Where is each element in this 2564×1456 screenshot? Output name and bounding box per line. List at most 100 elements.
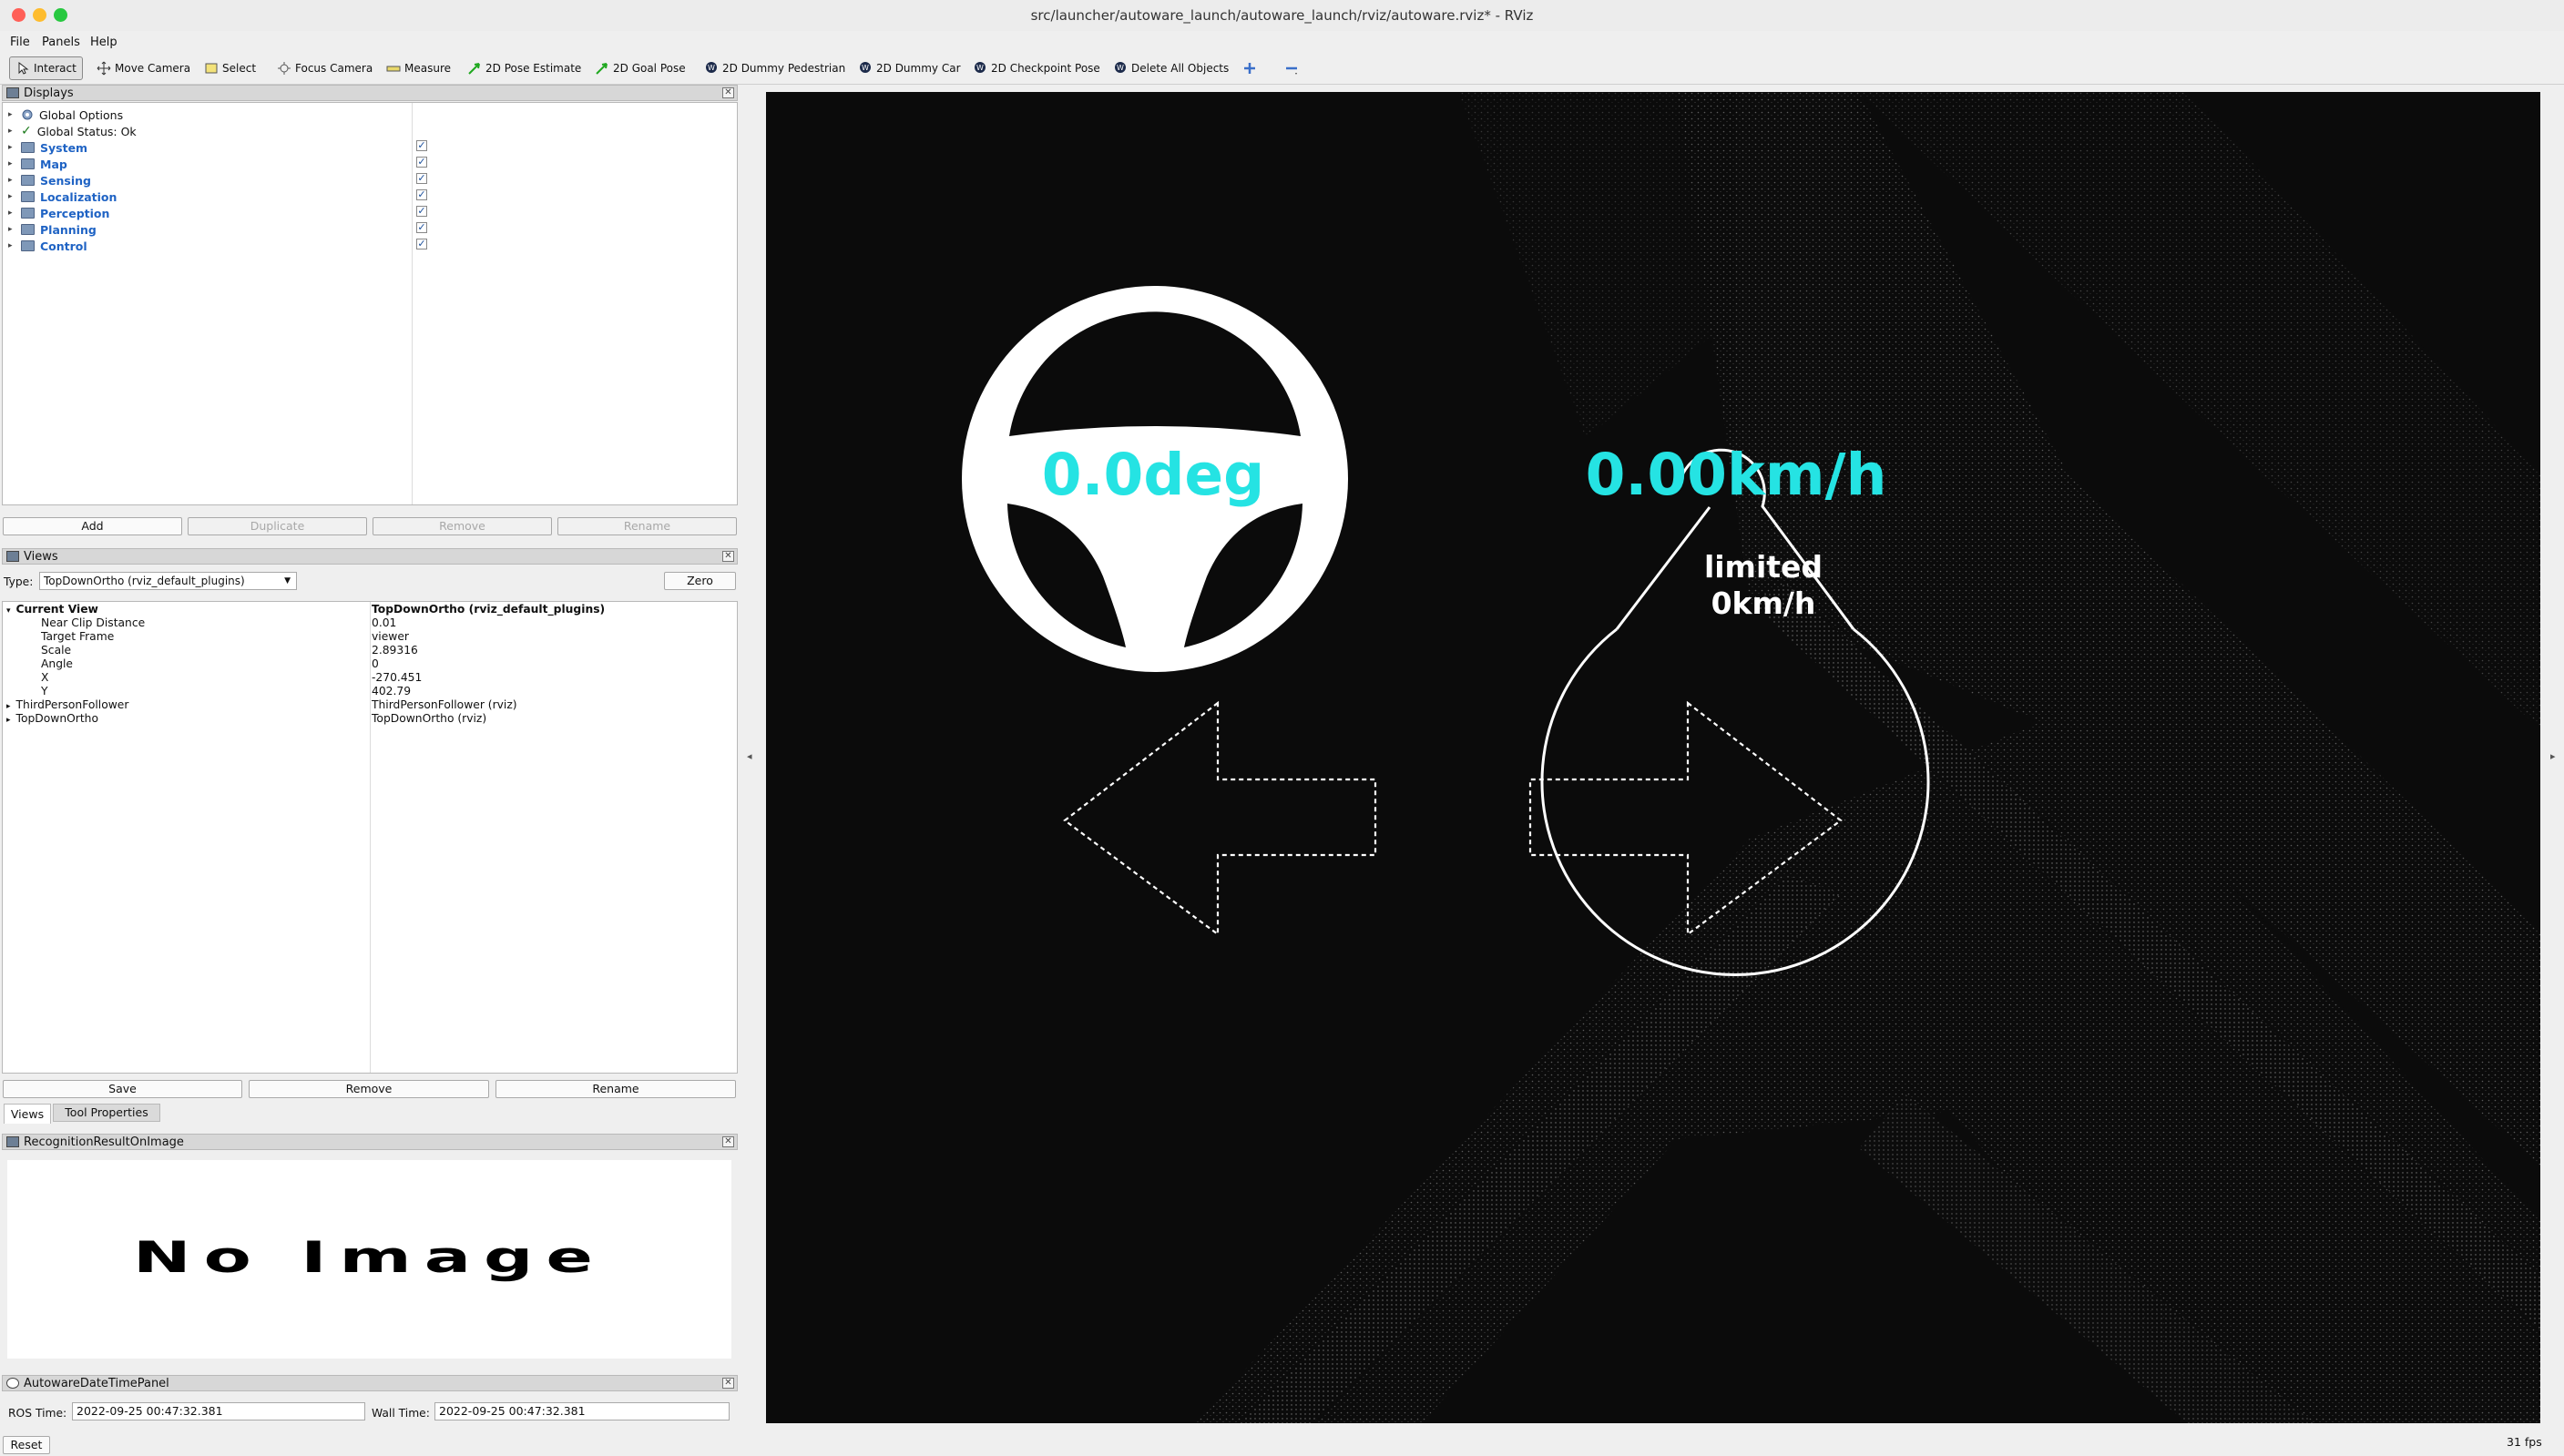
close-panel-icon[interactable]: ✕ [722,551,734,562]
expand-arrow-icon[interactable]: ▸ [8,159,17,168]
svg-text:W: W [708,64,715,72]
menu-help[interactable]: Help [90,36,117,49]
prop-target-frame-value[interactable]: viewer [372,630,409,643]
prop-x-value[interactable]: -270.451 [372,671,422,684]
prop-scale-value[interactable]: 2.89316 [372,644,418,657]
tree-item-global-status[interactable]: ▸ ✓ Global Status: Ok [8,123,137,139]
prop-x-label: X [41,671,49,684]
wall-time-field[interactable]: 2022-09-25 00:47:32.381 [434,1402,730,1420]
toolbar: Interact Move Camera Select Focus Camera… [0,53,2564,85]
render-viewport[interactable]: 0.0deg 0.00km/h limited 0km/h [766,92,2540,1423]
prop-y-label: Y [41,685,48,697]
close-panel-icon[interactable]: ✕ [722,1136,734,1147]
current-view-row[interactable]: ▾ Current View [6,603,98,616]
expand-arrow-icon[interactable]: ▸ [8,127,17,136]
close-panel-icon[interactable]: ✕ [722,1378,734,1389]
enable-checkbox-planning[interactable]: ✓ [416,222,427,233]
menu-panels[interactable]: Panels [42,36,80,49]
menu-file[interactable]: File [10,36,30,49]
dummy-pedestrian-tool-button[interactable]: W 2D Dummy Pedestrian [699,56,851,80]
tree-item-sensing[interactable]: ▸ Sensing [8,172,91,188]
speed-readout: 0.00km/h [1585,442,1887,508]
prop-angle-value[interactable]: 0 [372,657,379,670]
expand-arrow-icon[interactable]: ▸ [8,192,17,201]
green-arrow-icon [596,63,608,75]
expand-arrow-icon[interactable]: ▸ [8,209,17,218]
save-view-button[interactable]: Save [3,1080,242,1098]
saved-view-third-person[interactable]: ▸ ThirdPersonFollower [6,698,128,711]
focus-camera-label: Focus Camera [295,62,373,75]
remove-display-button[interactable]: Remove [373,517,552,535]
recognition-title: RecognitionResultOnImage [24,1135,184,1149]
autoware-logo-icon: W [706,62,717,73]
tab-views[interactable]: Views [4,1104,51,1124]
rename-view-button[interactable]: Rename [495,1080,736,1098]
expand-arrow-icon[interactable]: ▸ [8,225,17,234]
enable-checkbox-perception[interactable]: ✓ [416,206,427,217]
prop-y-value[interactable]: 402.79 [372,685,411,697]
saved-view-topdown[interactable]: ▸ TopDownOrtho [6,712,98,725]
move-camera-tool-button[interactable]: Move Camera [91,56,196,80]
ros-time-field[interactable]: 2022-09-25 00:47:32.381 [72,1402,365,1420]
autoware-logo-icon: W [1115,62,1126,73]
rename-display-button[interactable]: Rename [557,517,737,535]
tree-item-control[interactable]: ▸ Control [8,238,87,254]
enable-checkbox-control[interactable]: ✓ [416,239,427,249]
ros-time-label: ROS Time: [8,1407,67,1420]
tree-item-planning[interactable]: ▸ Planning [8,221,97,238]
tab-tool-properties[interactable]: Tool Properties [53,1104,160,1122]
close-panel-icon[interactable]: ✕ [722,87,734,98]
svg-text:W: W [1117,64,1124,72]
menu-bar: File Panels Help [0,31,2564,53]
prop-scale-label: Scale [41,644,72,657]
saved-view-third-person-value: ThirdPersonFollower (rviz) [372,698,517,711]
tree-item-map[interactable]: ▸ Map [8,156,67,172]
enable-checkbox-sensing[interactable]: ✓ [416,173,427,184]
collapse-left-dock-icon[interactable]: ◂ [747,750,752,762]
tree-item-global-options[interactable]: ▸ Global Options [8,107,123,123]
camera-icon [6,551,19,562]
add-tool-button[interactable] [1237,56,1266,80]
wall-time-label: Wall Time: [372,1407,430,1420]
dummy-car-tool-button[interactable]: W 2D Dummy Car [853,56,966,80]
measure-tool-button[interactable]: Measure [381,56,456,80]
tree-item-perception[interactable]: ▸ Perception [8,205,109,221]
tree-item-system[interactable]: ▸ System [8,139,87,156]
collapse-right-dock-icon[interactable]: ▸ [2550,750,2556,762]
add-display-button[interactable]: Add [3,517,182,535]
goal-pose-tool-button[interactable]: 2D Goal Pose [589,56,691,80]
prop-near-clip-value[interactable]: 0.01 [372,616,396,629]
enable-checkbox-localization[interactable]: ✓ [416,189,427,200]
folder-icon [21,175,35,186]
speed-limit-line1: limited [1703,549,1823,585]
fps-counter: 31 fps [2507,1435,2542,1449]
move-camera-icon [97,61,111,76]
checkpoint-pose-tool-button[interactable]: W 2D Checkpoint Pose [967,56,1106,80]
remove-view-button[interactable]: Remove [249,1080,489,1098]
expand-arrow-icon[interactable]: ▸ [8,241,17,250]
expand-arrow-icon[interactable]: ▸ [8,110,17,119]
expand-arrow-icon[interactable]: ▾ [6,606,11,616]
select-tool-button[interactable]: Select [199,56,261,80]
remove-tool-button[interactable] [1279,56,1308,80]
enable-checkbox-system[interactable]: ✓ [416,140,427,151]
interact-label: Interact [34,62,77,75]
delete-all-objects-tool-button[interactable]: W Delete All Objects [1108,56,1234,80]
focus-camera-tool-button[interactable]: Focus Camera [271,56,378,80]
reset-button[interactable]: Reset [3,1436,50,1454]
view-type-select[interactable]: TopDownOrtho (rviz_default_plugins) ▼ [39,572,297,590]
speed-limit-label: limited 0km/h [1677,549,1850,622]
duplicate-display-button[interactable]: Duplicate [188,517,367,535]
tree-item-localization[interactable]: ▸ Localization [8,188,117,205]
goal-pose-label: 2D Goal Pose [613,62,686,75]
interact-tool-button[interactable]: Interact [9,56,83,80]
expand-arrow-icon[interactable]: ▸ [6,716,11,725]
zero-view-button[interactable]: Zero [664,572,736,590]
expand-arrow-icon[interactable]: ▸ [6,702,11,711]
pose-estimate-tool-button[interactable]: 2D Pose Estimate [462,56,587,80]
tree-item-label: Sensing [40,173,91,188]
enable-checkbox-map[interactable]: ✓ [416,157,427,168]
expand-arrow-icon[interactable]: ▸ [8,176,17,185]
expand-arrow-icon[interactable]: ▸ [8,143,17,152]
tree-item-label: Global Status: Ok [36,124,137,138]
